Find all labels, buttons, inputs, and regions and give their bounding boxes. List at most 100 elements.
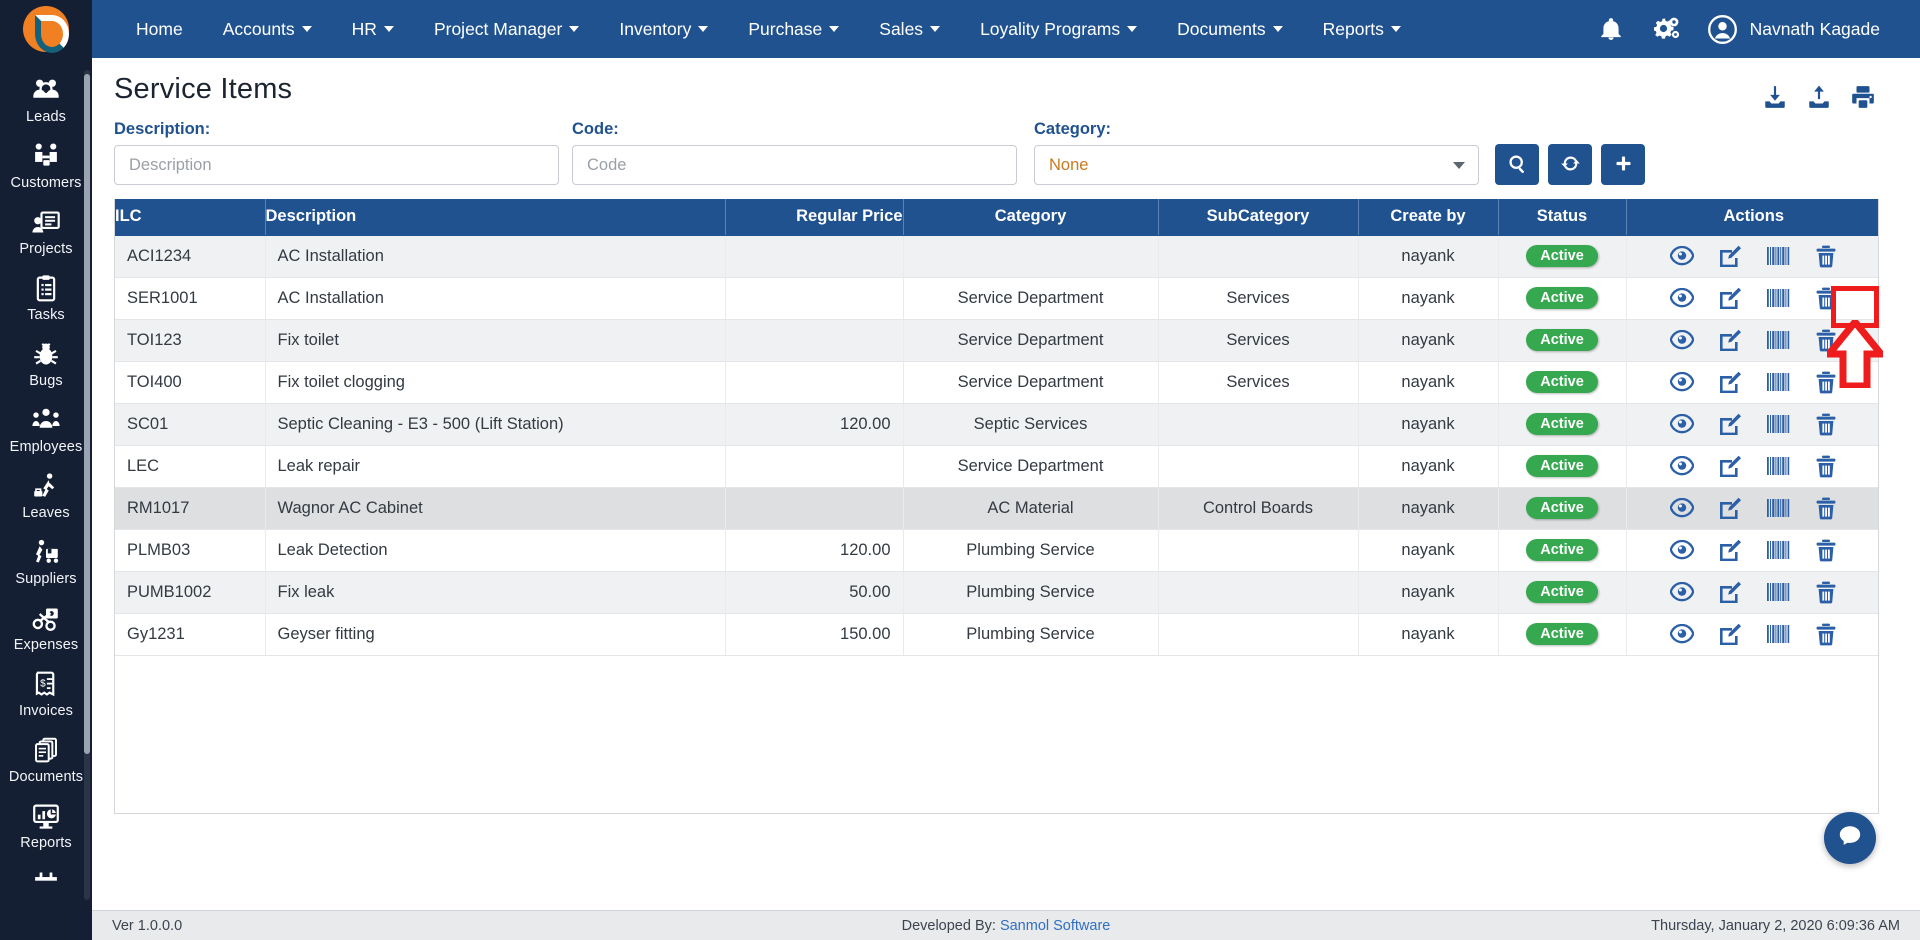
edit-action-icon[interactable] xyxy=(1717,370,1743,394)
edit-action-icon[interactable] xyxy=(1717,496,1743,520)
nav-item-purchase[interactable]: Purchase xyxy=(728,11,859,48)
sidebar-scrollbar-thumb[interactable] xyxy=(84,74,90,754)
cell-subcategory xyxy=(1158,403,1359,446)
view-action-icon[interactable] xyxy=(1669,370,1695,394)
delete-action-icon[interactable] xyxy=(1813,622,1839,646)
sidebar-item-projects[interactable]: Projects xyxy=(4,198,88,264)
nav-item-documents[interactable]: Documents xyxy=(1157,11,1303,48)
chat-support-button[interactable] xyxy=(1824,812,1876,864)
edit-action-icon[interactable] xyxy=(1717,412,1743,436)
category-select[interactable]: None xyxy=(1034,145,1479,185)
description-input[interactable] xyxy=(114,145,559,185)
delete-action-icon[interactable] xyxy=(1813,496,1839,520)
table-row[interactable]: SC01 Septic Cleaning - E3 - 500 (Lift Sta… xyxy=(115,403,1878,446)
delete-action-icon[interactable] xyxy=(1813,538,1839,562)
delete-action-icon[interactable] xyxy=(1813,370,1839,394)
table-row[interactable]: TOI123 Fix toilet Service Department Servic… xyxy=(115,319,1878,362)
print-icon[interactable] xyxy=(1850,84,1876,110)
barcode-action-icon[interactable] xyxy=(1765,244,1791,268)
nav-item-home[interactable]: Home xyxy=(116,11,203,48)
barcode-action-icon[interactable] xyxy=(1765,538,1791,562)
nav-item-project-manager[interactable]: Project Manager xyxy=(414,11,599,48)
sidebar-scroll-area[interactable]: Leads Customers Projects Tasks Bugs Empl… xyxy=(0,58,92,940)
nav-item-loyality-programs[interactable]: Loyality Programs xyxy=(960,11,1157,48)
table-row[interactable]: RM1017 Wagnor AC Cabinet AC Material Contro… xyxy=(115,487,1878,530)
download-icon[interactable] xyxy=(1762,84,1788,110)
sidebar-item-reports[interactable]: Reports xyxy=(4,792,88,858)
notification-bell-icon[interactable] xyxy=(1596,14,1626,44)
search-button[interactable] xyxy=(1495,144,1539,185)
cell-status: Active xyxy=(1498,319,1627,362)
upload-icon[interactable] xyxy=(1806,84,1832,110)
view-action-icon[interactable] xyxy=(1669,622,1695,646)
barcode-action-icon[interactable] xyxy=(1765,370,1791,394)
sidebar-item-documents[interactable]: Documents xyxy=(4,726,88,792)
code-input[interactable] xyxy=(572,145,1017,185)
nav-item-hr[interactable]: HR xyxy=(332,11,414,48)
nav-item-reports[interactable]: Reports xyxy=(1303,11,1421,48)
column-header-regular-price[interactable]: Regular Price xyxy=(725,199,904,236)
table-row[interactable]: ACI1234 AC Installation nayank Active xyxy=(115,235,1878,278)
sidebar-item-partial[interactable] xyxy=(4,858,88,908)
delete-action-icon[interactable] xyxy=(1813,580,1839,604)
edit-action-icon[interactable] xyxy=(1717,580,1743,604)
column-header-subcategory[interactable]: SubCategory xyxy=(1158,199,1359,236)
view-action-icon[interactable] xyxy=(1669,580,1695,604)
table-row[interactable]: TOI400 Fix toilet clogging Service Departm… xyxy=(115,361,1878,404)
column-header-description[interactable]: Description xyxy=(265,199,726,236)
column-header-category[interactable]: Category xyxy=(903,199,1159,236)
view-action-icon[interactable] xyxy=(1669,454,1695,478)
nav-item-inventory[interactable]: Inventory xyxy=(599,11,728,48)
edit-action-icon[interactable] xyxy=(1717,454,1743,478)
table-row[interactable]: Gy1231 Geyser fitting 150.00 Plumbing Servi… xyxy=(115,613,1878,656)
view-action-icon[interactable] xyxy=(1669,412,1695,436)
app-logo[interactable] xyxy=(0,0,92,58)
delete-action-icon[interactable] xyxy=(1813,454,1839,478)
add-button[interactable] xyxy=(1601,144,1645,185)
view-action-icon[interactable] xyxy=(1669,244,1695,268)
sidebar-item-bugs[interactable]: Bugs xyxy=(4,330,88,396)
view-action-icon[interactable] xyxy=(1669,538,1695,562)
table-row[interactable]: PUMB1002 Fix leak 50.00 Plumbing Service nay… xyxy=(115,571,1878,614)
sidebar-item-employees[interactable]: Employees xyxy=(4,396,88,462)
table-row[interactable]: PLMB03 Leak Detection 120.00 Plumbing Servi… xyxy=(115,529,1878,572)
barcode-action-icon[interactable] xyxy=(1765,622,1791,646)
table-row[interactable]: LEC Leak repair Service Department nayank Ac… xyxy=(115,445,1878,488)
edit-action-icon[interactable] xyxy=(1717,286,1743,310)
barcode-action-icon[interactable] xyxy=(1765,454,1791,478)
table-row[interactable]: SER1001 AC Installation Service Department… xyxy=(115,277,1878,320)
view-action-icon[interactable] xyxy=(1669,286,1695,310)
barcode-action-icon[interactable] xyxy=(1765,580,1791,604)
barcode-action-icon[interactable] xyxy=(1765,496,1791,520)
sidebar-item-suppliers[interactable]: Suppliers xyxy=(4,528,88,594)
column-header-create-by[interactable]: Create by xyxy=(1358,199,1499,236)
nav-item-sales[interactable]: Sales xyxy=(859,11,960,48)
delete-action-icon[interactable] xyxy=(1813,244,1839,268)
delete-action-icon[interactable] xyxy=(1813,328,1839,352)
sidebar-item-leads[interactable]: Leads xyxy=(4,66,88,132)
settings-gear-icon[interactable] xyxy=(1652,14,1682,44)
edit-action-icon[interactable] xyxy=(1717,538,1743,562)
sidebar-item-invoices[interactable]: $ Invoices xyxy=(4,660,88,726)
edit-action-icon[interactable] xyxy=(1717,328,1743,352)
view-action-icon[interactable] xyxy=(1669,496,1695,520)
barcode-action-icon[interactable] xyxy=(1765,286,1791,310)
sidebar-item-tasks[interactable]: Tasks xyxy=(4,264,88,330)
edit-action-icon[interactable] xyxy=(1717,622,1743,646)
delete-action-icon[interactable] xyxy=(1813,412,1839,436)
nav-item-accounts[interactable]: Accounts xyxy=(203,11,332,48)
user-menu[interactable]: Navnath Kagade xyxy=(1708,14,1880,44)
barcode-action-icon[interactable] xyxy=(1765,412,1791,436)
column-header-ilc[interactable]: ILC xyxy=(115,199,266,236)
footer-developer-link[interactable]: Sanmol Software xyxy=(1000,918,1110,934)
sidebar-item-leaves[interactable]: Leaves xyxy=(4,462,88,528)
view-action-icon[interactable] xyxy=(1669,328,1695,352)
sidebar-item-customers[interactable]: Customers xyxy=(4,132,88,198)
edit-action-icon[interactable] xyxy=(1717,244,1743,268)
refresh-button[interactable] xyxy=(1548,144,1592,185)
service-items-table-wrap[interactable]: ILC Description Regular Price Category S… xyxy=(114,199,1879,814)
barcode-action-icon[interactable] xyxy=(1765,328,1791,352)
column-header-status[interactable]: Status xyxy=(1498,199,1627,236)
delete-action-icon[interactable] xyxy=(1813,286,1839,310)
sidebar-item-expenses[interactable]: Expenses xyxy=(4,594,88,660)
